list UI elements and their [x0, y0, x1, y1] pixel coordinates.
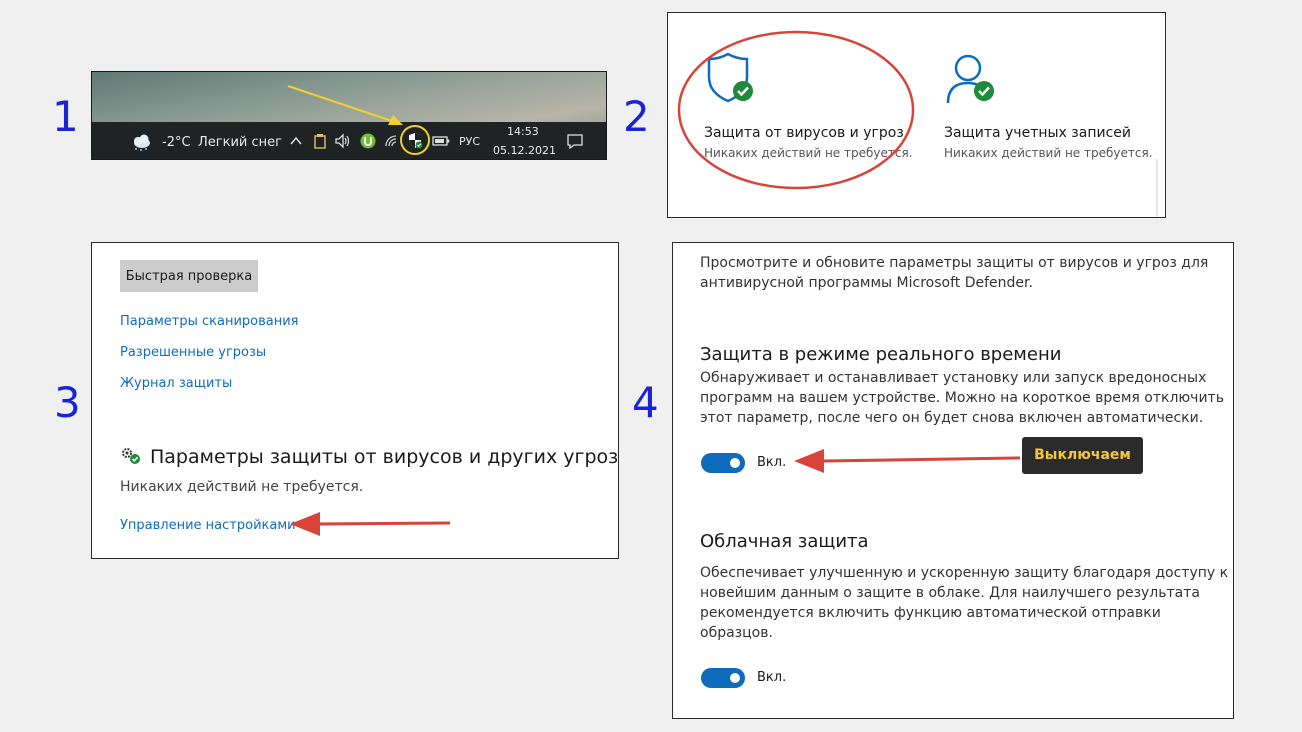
tile-virus-title[interactable]: Защита от вирусов и угроз	[704, 125, 904, 141]
clock-time[interactable]: 14:53	[507, 125, 539, 138]
allowed-threats-link[interactable]: Разрешенные угрозы	[120, 345, 266, 360]
realtime-desc-1: Обнаруживает и останавливает установку и…	[700, 370, 1207, 386]
realtime-desc-2: программ на вашем устройстве. Можно на к…	[700, 390, 1224, 406]
cloud-title: Облачная защита	[700, 531, 869, 552]
cloud-desc-4: образцов.	[700, 625, 773, 641]
chevron-up-icon[interactable]	[289, 134, 303, 151]
cloud-toggle-label: Вкл.	[757, 670, 787, 685]
divider	[1156, 159, 1158, 217]
tile-virus-subtitle: Никаких действий не требуется.	[704, 146, 913, 160]
tile-account-title[interactable]: Защита учетных записей	[944, 125, 1131, 141]
gear-check-icon	[120, 446, 142, 470]
intro-line-2: антивирусной программы Microsoft Defende…	[700, 275, 1033, 291]
realtime-toggle-label: Вкл.	[757, 455, 787, 470]
security-overview-screenshot: Защита от вирусов и угроз Никаких действ…	[667, 12, 1166, 218]
cloud-toggle[interactable]	[701, 668, 745, 688]
quick-scan-button[interactable]: Быстрая проверка	[120, 260, 258, 292]
cloud-desc-3: рекомендуется включить функцию автоматич…	[700, 605, 1161, 621]
realtime-toggle[interactable]	[701, 453, 745, 473]
notification-icon[interactable]	[566, 133, 584, 152]
clock-date[interactable]: 05.12.2021	[493, 144, 556, 157]
protection-settings-status: Никаких действий не требуется.	[120, 479, 364, 495]
step-number-4: 4	[632, 378, 659, 427]
tray-highlight-circle	[400, 125, 430, 155]
language-indicator[interactable]: РУС	[459, 135, 480, 148]
realtime-desc-3: этот параметр, после чего он будет снова…	[700, 410, 1204, 426]
weather-temp[interactable]: -2°C	[162, 135, 191, 150]
virus-protection-screenshot: Быстрая проверка Параметры сканирования …	[91, 242, 619, 559]
volume-icon[interactable]	[334, 133, 352, 152]
tile-account-subtitle: Никаких действий не требуется.	[944, 146, 1153, 160]
toggle-knob	[730, 458, 740, 468]
intro-line-1: Просмотрите и обновите параметры защиты …	[700, 255, 1209, 271]
weather-desc[interactable]: Легкий снег	[198, 135, 282, 150]
wifi-icon[interactable]	[384, 134, 400, 151]
cloud-desc-2: новейшим данным о защите в облаке. Для н…	[700, 585, 1200, 601]
scan-options-link[interactable]: Параметры сканирования	[120, 314, 299, 329]
realtime-title: Защита в режиме реального времени	[700, 344, 1062, 365]
utorrent-icon[interactable]	[360, 133, 376, 152]
step-number-1: 1	[52, 92, 79, 141]
clipboard-icon[interactable]	[313, 133, 327, 152]
callout-label: Выключаем	[1022, 437, 1143, 474]
protection-history-link[interactable]: Журнал защиты	[120, 376, 232, 391]
manage-settings-link[interactable]: Управление настройками	[120, 518, 296, 533]
protection-settings-title: Параметры защиты от вирусов и других угр…	[150, 446, 619, 468]
taskbar-screenshot: -2°C Легкий снег РУС 14:53 05.12.2021	[91, 71, 607, 160]
cloud-snow-icon[interactable]	[130, 134, 152, 155]
toggle-knob	[730, 673, 740, 683]
shield-check-icon	[706, 52, 756, 109]
protection-settings-screenshot: Просмотрите и обновите параметры защиты …	[672, 242, 1234, 719]
step-number-3: 3	[54, 378, 81, 427]
cloud-desc-1: Обеспечивает улучшенную и ускоренную защ…	[700, 565, 1229, 581]
step-number-2: 2	[623, 92, 650, 141]
battery-icon[interactable]	[432, 135, 450, 150]
account-check-icon	[946, 53, 1000, 109]
